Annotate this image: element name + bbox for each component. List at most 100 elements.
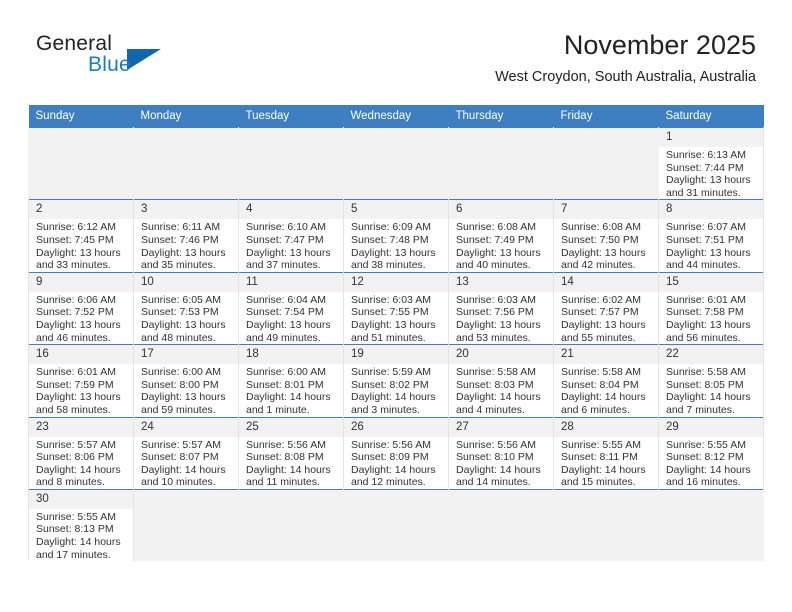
calendar-week-row: 1 Sunrise: 6:13 AM Sunset: 7:44 PM Daylight… bbox=[28, 126, 764, 200]
day-detail-line: Sunset: 7:48 PM bbox=[351, 233, 429, 246]
calendar-day-cell[interactable]: 30 Sunrise: 5:55 AM Sunset: 8:13 PM Dayligh… bbox=[28, 488, 134, 562]
day-cell-inner: 15 Sunrise: 6:01 AM Sunset: 7:58 PM Dayligh… bbox=[659, 272, 763, 344]
day-detail-line: Sunrise: 6:10 AM bbox=[246, 221, 326, 234]
day-detail-line: Daylight: 14 hours bbox=[561, 391, 646, 404]
day-detail-line: Sunrise: 6:00 AM bbox=[141, 366, 221, 379]
day-number: 5 bbox=[344, 200, 448, 220]
day-cell-inner: 8 Sunrise: 6:07 AM Sunset: 7:51 PM Daylight… bbox=[659, 200, 763, 271]
calendar-day-cell[interactable]: 15 Sunrise: 6:01 AM Sunset: 7:58 PM Dayligh… bbox=[658, 271, 764, 345]
day-detail-line: Sunrise: 6:12 AM bbox=[36, 221, 116, 234]
day-detail-line: and 38 minutes. bbox=[351, 259, 426, 272]
calendar-day-cell[interactable]: 28 Sunrise: 5:55 AM Sunset: 8:11 PM Dayligh… bbox=[553, 416, 659, 490]
general-blue-logo[interactable]: General Blue bbox=[36, 32, 196, 88]
calendar-day-cell[interactable]: 13 Sunrise: 6:03 AM Sunset: 7:56 PM Dayligh… bbox=[448, 271, 554, 345]
calendar-day-cell[interactable]: 18 Sunrise: 6:00 AM Sunset: 8:01 PM Dayligh… bbox=[238, 344, 344, 417]
calendar-day-cell[interactable]: 29 Sunrise: 5:55 AM Sunset: 8:12 PM Dayligh… bbox=[658, 416, 764, 490]
calendar-day-cell[interactable]: 27 Sunrise: 5:56 AM Sunset: 8:10 PM Dayligh… bbox=[448, 416, 554, 490]
calendar-day-cell[interactable]: 1 Sunrise: 6:13 AM Sunset: 7:44 PM Daylight… bbox=[658, 126, 764, 200]
day-sun-details: Sunrise: 6:03 AM Sunset: 7:55 PM Daylight:… bbox=[344, 292, 448, 344]
calendar-cell-empty bbox=[133, 488, 239, 562]
day-number: 28 bbox=[554, 417, 658, 437]
day-detail-line: and 7 minutes. bbox=[666, 403, 735, 416]
day-sun-details: Sunrise: 5:58 AM Sunset: 8:04 PM Daylight:… bbox=[554, 364, 658, 416]
calendar-day-cell[interactable]: 7 Sunrise: 6:08 AM Sunset: 7:50 PM Daylight… bbox=[553, 199, 659, 273]
day-detail-line: Sunset: 7:45 PM bbox=[36, 233, 114, 246]
day-sun-details: Sunrise: 5:55 AM Sunset: 8:13 PM Daylight:… bbox=[29, 509, 133, 561]
day-sun-details: Sunrise: 5:55 AM Sunset: 8:12 PM Daylight:… bbox=[659, 437, 763, 489]
day-detail-line: and 35 minutes. bbox=[141, 259, 216, 272]
day-detail-line: Sunrise: 6:03 AM bbox=[351, 293, 431, 306]
day-number: 25 bbox=[239, 417, 343, 437]
calendar-day-cell[interactable]: 11 Sunrise: 6:04 AM Sunset: 7:54 PM Dayligh… bbox=[238, 271, 344, 345]
day-cell-inner: 5 Sunrise: 6:09 AM Sunset: 7:48 PM Daylight… bbox=[344, 200, 448, 271]
day-cell-inner: 27 Sunrise: 5:56 AM Sunset: 8:10 PM Dayligh… bbox=[449, 417, 553, 489]
calendar-day-cell[interactable]: 9 Sunrise: 6:06 AM Sunset: 7:52 PM Daylight… bbox=[28, 271, 134, 345]
day-detail-line: Sunset: 7:57 PM bbox=[561, 306, 639, 319]
day-sun-details: Sunrise: 6:00 AM Sunset: 8:01 PM Daylight:… bbox=[239, 364, 343, 416]
day-detail-line: Daylight: 13 hours bbox=[666, 318, 751, 331]
day-detail-line: Daylight: 13 hours bbox=[666, 246, 751, 259]
calendar-day-cell[interactable]: 12 Sunrise: 6:03 AM Sunset: 7:55 PM Dayligh… bbox=[343, 271, 449, 345]
day-detail-line: and 55 minutes. bbox=[561, 331, 636, 344]
calendar-day-cell[interactable]: 6 Sunrise: 6:08 AM Sunset: 7:49 PM Daylight… bbox=[448, 199, 554, 273]
day-detail-line: Sunrise: 6:06 AM bbox=[36, 293, 116, 306]
calendar-cell-empty bbox=[658, 488, 764, 562]
day-detail-line: Daylight: 14 hours bbox=[666, 463, 751, 476]
day-detail-line: Sunrise: 5:57 AM bbox=[36, 438, 116, 451]
calendar-day-cell[interactable]: 5 Sunrise: 6:09 AM Sunset: 7:48 PM Daylight… bbox=[343, 199, 449, 273]
calendar-day-cell[interactable]: 10 Sunrise: 6:05 AM Sunset: 7:53 PM Dayligh… bbox=[133, 271, 239, 345]
day-detail-line: and 44 minutes. bbox=[666, 259, 741, 272]
day-detail-line: and 16 minutes. bbox=[666, 476, 741, 489]
day-detail-line: Sunset: 8:12 PM bbox=[666, 451, 744, 464]
day-cell-inner: 13 Sunrise: 6:03 AM Sunset: 7:56 PM Dayligh… bbox=[449, 272, 553, 344]
day-detail-line: and 56 minutes. bbox=[666, 331, 741, 344]
calendar-cell-empty bbox=[553, 126, 659, 200]
calendar-day-cell[interactable]: 24 Sunrise: 5:57 AM Sunset: 8:07 PM Dayligh… bbox=[133, 416, 239, 490]
day-number: 24 bbox=[134, 417, 238, 437]
day-detail-line: Daylight: 14 hours bbox=[246, 463, 331, 476]
day-detail-line: and 59 minutes. bbox=[141, 403, 216, 416]
calendar-day-cell[interactable]: 23 Sunrise: 5:57 AM Sunset: 8:06 PM Dayligh… bbox=[28, 416, 134, 490]
day-detail-line: Daylight: 13 hours bbox=[456, 318, 541, 331]
calendar-day-cell[interactable]: 4 Sunrise: 6:10 AM Sunset: 7:47 PM Daylight… bbox=[238, 199, 344, 273]
calendar-day-cell[interactable]: 16 Sunrise: 6:01 AM Sunset: 7:59 PM Dayligh… bbox=[28, 344, 134, 417]
day-cell-inner: 24 Sunrise: 5:57 AM Sunset: 8:07 PM Dayligh… bbox=[134, 417, 238, 489]
day-cell-inner: 25 Sunrise: 5:56 AM Sunset: 8:08 PM Dayligh… bbox=[239, 417, 343, 489]
day-detail-line: Daylight: 14 hours bbox=[456, 463, 541, 476]
day-detail-line: Daylight: 13 hours bbox=[141, 391, 226, 404]
day-detail-line: and 6 minutes. bbox=[561, 403, 630, 416]
day-detail-line: Sunset: 7:46 PM bbox=[141, 233, 219, 246]
calendar-day-cell[interactable]: 19 Sunrise: 5:59 AM Sunset: 8:02 PM Dayligh… bbox=[343, 344, 449, 417]
logo-text-blue: Blue bbox=[88, 53, 131, 76]
day-sun-details: Sunrise: 6:01 AM Sunset: 7:58 PM Daylight:… bbox=[659, 292, 763, 344]
calendar-day-cell[interactable]: 22 Sunrise: 5:58 AM Sunset: 8:05 PM Dayligh… bbox=[658, 344, 764, 417]
day-number: 27 bbox=[449, 417, 553, 437]
day-sun-details: Sunrise: 5:58 AM Sunset: 8:05 PM Daylight:… bbox=[659, 364, 763, 416]
day-cell-inner: 4 Sunrise: 6:10 AM Sunset: 7:47 PM Daylight… bbox=[239, 200, 343, 271]
day-cell-inner: 23 Sunrise: 5:57 AM Sunset: 8:06 PM Dayligh… bbox=[29, 417, 133, 489]
day-detail-line: Daylight: 13 hours bbox=[456, 246, 541, 259]
calendar-day-cell[interactable]: 2 Sunrise: 6:12 AM Sunset: 7:45 PM Daylight… bbox=[28, 199, 134, 273]
day-detail-line: Sunrise: 6:03 AM bbox=[456, 293, 536, 306]
calendar-day-cell[interactable]: 17 Sunrise: 6:00 AM Sunset: 8:00 PM Dayligh… bbox=[133, 344, 239, 417]
day-cell-inner: 30 Sunrise: 5:55 AM Sunset: 8:13 PM Dayligh… bbox=[29, 489, 133, 561]
day-number: 23 bbox=[29, 417, 133, 437]
calendar-day-cell[interactable]: 14 Sunrise: 6:02 AM Sunset: 7:57 PM Dayligh… bbox=[553, 271, 659, 345]
day-sun-details: Sunrise: 6:05 AM Sunset: 7:53 PM Daylight:… bbox=[134, 292, 238, 344]
calendar-day-cell[interactable]: 26 Sunrise: 5:56 AM Sunset: 8:09 PM Dayligh… bbox=[343, 416, 449, 490]
calendar-day-cell[interactable]: 8 Sunrise: 6:07 AM Sunset: 7:51 PM Daylight… bbox=[658, 199, 764, 273]
day-sun-details: Sunrise: 5:56 AM Sunset: 8:10 PM Daylight:… bbox=[449, 437, 553, 489]
day-number: 15 bbox=[659, 272, 763, 292]
day-detail-line: and 42 minutes. bbox=[561, 259, 636, 272]
day-cell-inner: 17 Sunrise: 6:00 AM Sunset: 8:00 PM Dayligh… bbox=[134, 345, 238, 416]
calendar-day-cell[interactable]: 3 Sunrise: 6:11 AM Sunset: 7:46 PM Daylight… bbox=[133, 199, 239, 273]
calendar-day-cell[interactable]: 25 Sunrise: 5:56 AM Sunset: 8:08 PM Dayligh… bbox=[238, 416, 344, 490]
day-detail-line: Daylight: 13 hours bbox=[246, 246, 331, 259]
day-detail-line: Daylight: 14 hours bbox=[246, 391, 331, 404]
day-number: 18 bbox=[239, 345, 343, 365]
calendar-day-cell[interactable]: 21 Sunrise: 5:58 AM Sunset: 8:04 PM Dayligh… bbox=[553, 344, 659, 417]
weekday-header-monday: Monday bbox=[133, 105, 239, 128]
calendar-day-cell[interactable]: 20 Sunrise: 5:58 AM Sunset: 8:03 PM Dayligh… bbox=[448, 344, 554, 417]
day-cell-inner: 14 Sunrise: 6:02 AM Sunset: 7:57 PM Dayligh… bbox=[554, 272, 658, 344]
day-detail-line: Daylight: 14 hours bbox=[141, 463, 226, 476]
